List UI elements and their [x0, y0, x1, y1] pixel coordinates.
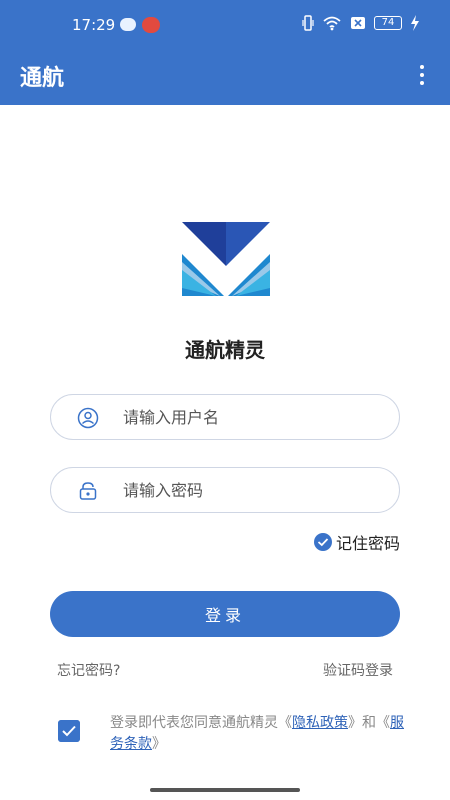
cloud-icon	[120, 18, 136, 31]
remember-password-label: 记住密码	[335, 534, 400, 553]
code-login-link[interactable]: 验证码登录	[323, 660, 393, 680]
app-header: 17:29 74 通航	[0, 0, 450, 105]
home-indicator[interactable]	[150, 788, 300, 792]
status-icons: 74	[302, 14, 420, 32]
battery-icon: 74	[374, 16, 402, 30]
status-bar: 17:29 74	[0, 0, 450, 52]
user-icon	[77, 407, 99, 429]
password-input[interactable]	[123, 468, 383, 512]
username-field[interactable]	[50, 394, 400, 440]
vibrate-icon	[302, 15, 314, 31]
app-logo	[182, 222, 270, 296]
charging-icon	[411, 15, 419, 31]
check-circle-icon[interactable]	[313, 533, 332, 551]
brand-name: 通航精灵	[185, 338, 265, 362]
agreement-prefix: 登录即代表您同意通航精灵《	[110, 715, 292, 731]
login-button[interactable]: 登录	[50, 591, 400, 637]
status-time: 17:29	[72, 16, 116, 34]
agreement-suffix: 》	[152, 736, 166, 752]
privacy-policy-link[interactable]: 隐私政策	[292, 715, 348, 731]
agreement-middle: 》和《	[348, 715, 390, 731]
username-input[interactable]	[123, 395, 383, 439]
more-options-icon[interactable]	[413, 62, 431, 88]
agreement-checkbox[interactable]	[58, 720, 80, 742]
lock-icon	[79, 482, 97, 500]
page-title: 通航	[20, 66, 65, 91]
wifi-icon	[323, 16, 341, 31]
agreement-text: 登录即代表您同意通航精灵《隐私政策》和《服务条款》	[110, 713, 410, 755]
app-notification-icon	[142, 17, 160, 33]
forgot-password-link[interactable]: 忘记密码?	[57, 660, 120, 680]
password-field[interactable]	[50, 467, 400, 513]
no-sim-icon	[351, 17, 365, 29]
remember-password-toggle[interactable]: 记住密码	[313, 530, 400, 554]
